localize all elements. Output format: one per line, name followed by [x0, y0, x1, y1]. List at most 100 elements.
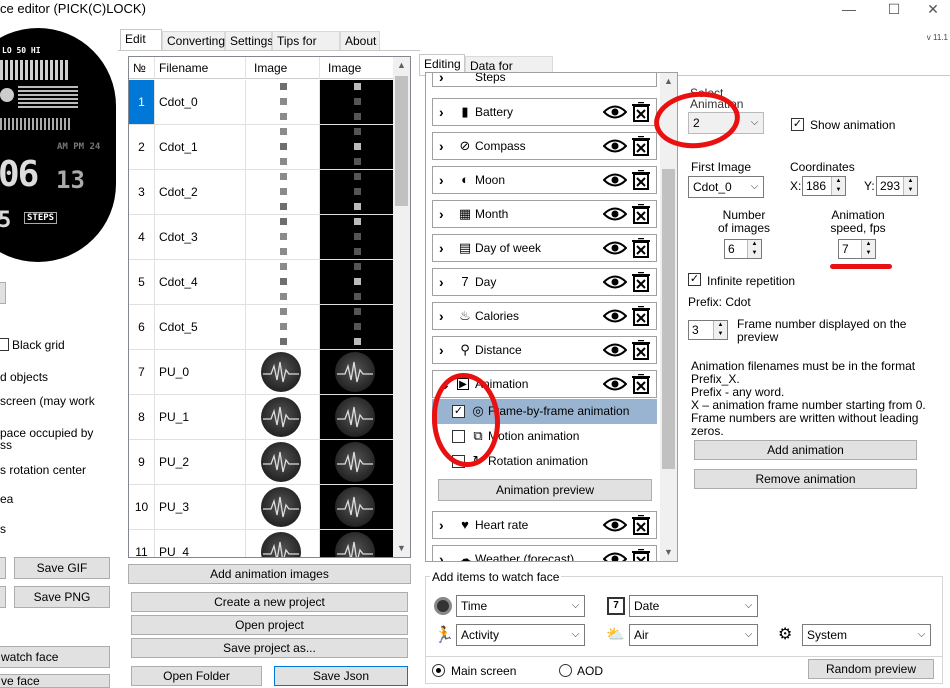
element-row-compass[interactable]: › ⊘ Compass: [432, 132, 657, 160]
scroll-down-arrow[interactable]: ▼: [393, 540, 410, 557]
scroll-thumb[interactable]: [662, 169, 675, 469]
delete-icon[interactable]: [632, 135, 650, 156]
element-row-moon[interactable]: › ◐ Moon: [432, 166, 657, 194]
save-json-button[interactable]: Save Json: [274, 666, 408, 686]
editing-scrollbar[interactable]: ▲ ▼: [660, 73, 677, 561]
minimize-button[interactable]: —: [826, 0, 872, 20]
chevron-right-icon[interactable]: ›: [439, 551, 444, 561]
tab-edit[interactable]: Edit: [120, 29, 162, 51]
system-select[interactable]: System ⌵: [802, 624, 931, 646]
table-row[interactable]: 10 PU_3: [129, 485, 395, 530]
create-project-button[interactable]: Create a new project: [131, 592, 408, 612]
air-select[interactable]: Air ⌵: [629, 624, 758, 646]
chevron-right-icon[interactable]: ›: [439, 138, 444, 154]
spinner-arrows-icon[interactable]: ▲ ▼: [861, 240, 875, 258]
first-image-select[interactable]: Cdot_0 ⌵: [688, 176, 764, 198]
delete-icon[interactable]: [632, 339, 650, 360]
watch-face-button[interactable]: watch face: [0, 646, 110, 668]
element-row-steps[interactable]: › Steps: [432, 73, 657, 87]
scroll-up-arrow[interactable]: ▲: [660, 73, 677, 90]
open-project-button[interactable]: Open project: [131, 615, 408, 635]
eye-icon[interactable]: [602, 137, 628, 155]
eye-icon[interactable]: [602, 103, 628, 121]
partial-button-2[interactable]: [0, 557, 6, 579]
close-button[interactable]: ✕: [916, 0, 950, 20]
partial-button[interactable]: [0, 282, 6, 304]
chevron-right-icon[interactable]: ›: [439, 104, 444, 120]
column-filename[interactable]: Filename: [155, 57, 246, 79]
table-row[interactable]: 7 PU_0: [129, 350, 395, 395]
delete-icon[interactable]: [632, 305, 650, 326]
tab-tips[interactable]: Tips for use: [272, 31, 340, 67]
chevron-right-icon[interactable]: ›: [439, 73, 444, 85]
frame-number-input[interactable]: 3 ▲ ▼: [688, 320, 728, 340]
delete-icon[interactable]: [632, 169, 650, 190]
delete-icon[interactable]: [632, 101, 650, 122]
partial-button-3[interactable]: [0, 586, 6, 608]
time-select[interactable]: Time ⌵: [456, 595, 585, 617]
eye-icon[interactable]: [602, 516, 628, 534]
table-row[interactable]: 3 Cdot_2: [129, 170, 395, 215]
eye-icon[interactable]: [602, 375, 628, 393]
element-row-weather-forecast-[interactable]: › ☁ Weather (forecast): [432, 545, 657, 561]
infinite-repetition-checkbox[interactable]: ✓: [688, 273, 701, 286]
chevron-right-icon[interactable]: ›: [439, 342, 444, 358]
element-row-day[interactable]: › 7 Day: [432, 268, 657, 296]
delete-icon[interactable]: [632, 271, 650, 292]
table-row[interactable]: 2 Cdot_1: [129, 125, 395, 170]
delete-icon[interactable]: [632, 373, 650, 394]
show-animation-checkbox[interactable]: ✓: [791, 118, 804, 131]
scroll-thumb[interactable]: [395, 76, 408, 206]
tab-about[interactable]: About: [340, 31, 380, 51]
scroll-up-arrow[interactable]: ▲: [393, 57, 410, 74]
tab-settings[interactable]: Settings: [225, 31, 273, 51]
eye-icon[interactable]: [602, 307, 628, 325]
table-row[interactable]: 4 Cdot_3: [129, 215, 395, 260]
save-project-as-button[interactable]: Save project as...: [131, 638, 408, 658]
chevron-right-icon[interactable]: ›: [439, 172, 444, 188]
animation-speed-input[interactable]: 7 ▲ ▼: [838, 239, 876, 259]
number-of-images-input[interactable]: 6 ▲ ▼: [724, 239, 762, 259]
eye-icon[interactable]: [602, 171, 628, 189]
chevron-right-icon[interactable]: ›: [439, 206, 444, 222]
element-row-calories[interactable]: › ♨ Calories: [432, 302, 657, 330]
chevron-right-icon[interactable]: ›: [439, 517, 444, 533]
watch-preview[interactable]: LO 50 HI AM PM 24 06 13 5 STEPS: [0, 28, 116, 262]
y-coordinate-input[interactable]: 293 ▲ ▼: [876, 176, 918, 196]
delete-icon[interactable]: [632, 203, 650, 224]
spinner-arrows-icon[interactable]: ▲ ▼: [831, 177, 845, 195]
animation-preview-button[interactable]: Animation preview: [438, 479, 652, 501]
table-row[interactable]: 1 Cdot_0: [129, 80, 395, 125]
date-select[interactable]: Date ⌵: [629, 595, 758, 617]
editing-list[interactable]: › Steps › ▮ Battery › ⊘ Compass › ◐ Moon › ▦ Month ›…: [425, 72, 678, 562]
element-row-battery[interactable]: › ▮ Battery: [432, 98, 657, 126]
delete-icon[interactable]: [632, 548, 650, 561]
add-animation-button[interactable]: Add animation: [694, 440, 917, 460]
table-row[interactable]: 11 PU_4: [129, 530, 395, 557]
table-row[interactable]: 5 Cdot_4: [129, 260, 395, 305]
list-scrollbar[interactable]: ▲ ▼: [393, 57, 410, 557]
eye-icon[interactable]: [602, 550, 628, 561]
eye-icon[interactable]: [602, 341, 628, 359]
spinner-arrows-icon[interactable]: ▲ ▼: [903, 177, 917, 195]
black-grid-checkbox[interactable]: [0, 338, 9, 351]
random-preview-button[interactable]: Random preview: [808, 659, 934, 679]
element-row-day-of-week[interactable]: › ▤ Day of week: [432, 234, 657, 262]
element-row-heart-rate[interactable]: › ♥ Heart rate: [432, 511, 657, 539]
chevron-right-icon[interactable]: ›: [439, 308, 444, 324]
table-row[interactable]: 9 PU_2: [129, 440, 395, 485]
remove-animation-button[interactable]: Remove animation: [694, 469, 917, 489]
main-screen-radio[interactable]: [432, 664, 445, 677]
spinner-arrows-icon[interactable]: ▲ ▼: [747, 240, 761, 258]
eye-icon[interactable]: [602, 205, 628, 223]
element-row-distance[interactable]: › ⚲ Distance: [432, 336, 657, 364]
open-folder-button[interactable]: Open Folder: [131, 666, 262, 686]
column-image[interactable]: Image: [246, 57, 320, 79]
delete-icon[interactable]: [632, 237, 650, 258]
activity-select[interactable]: Activity ⌵: [456, 624, 585, 646]
eye-icon[interactable]: [602, 273, 628, 291]
scroll-down-arrow[interactable]: ▼: [660, 544, 677, 561]
column-number[interactable]: №: [129, 57, 155, 79]
chevron-right-icon[interactable]: ›: [439, 274, 444, 290]
tab-converting[interactable]: Converting: [162, 31, 225, 51]
